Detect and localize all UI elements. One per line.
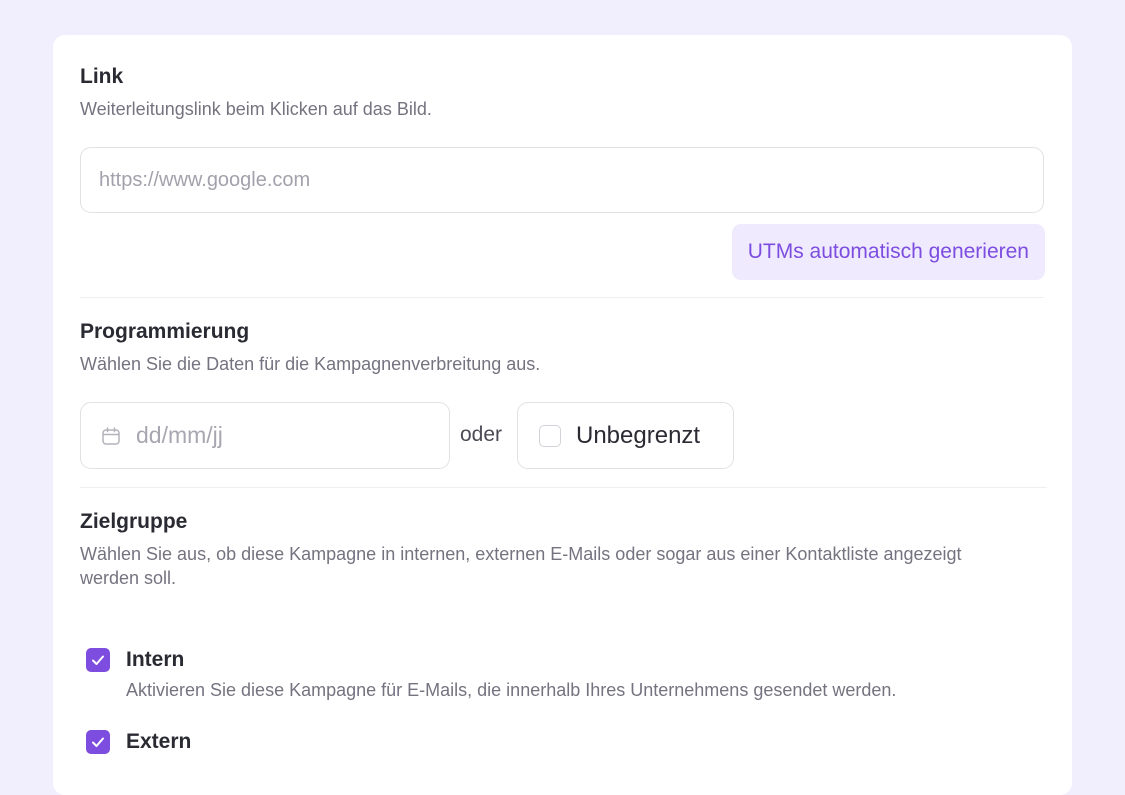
section-divider	[80, 487, 1047, 488]
intern-checkbox[interactable]	[86, 648, 110, 672]
section-divider	[80, 297, 1044, 298]
link-url-input[interactable]	[80, 147, 1044, 213]
extern-checkbox[interactable]	[86, 730, 110, 754]
audience-section-title: Zielgruppe	[80, 510, 188, 533]
checkmark-icon	[92, 737, 104, 747]
start-date-picker[interactable]: dd/mm/jj	[80, 402, 450, 469]
schedule-section-title: Programmierung	[80, 320, 250, 343]
audience-description-line-1: Wählen Sie aus, ob diese Kampagne in int…	[80, 544, 962, 564]
or-label: oder	[460, 423, 503, 446]
intern-label: Intern	[126, 648, 185, 671]
calendar-icon	[102, 426, 120, 445]
unlimited-label: Unbegrenzt	[576, 421, 701, 449]
checkmark-icon	[92, 655, 104, 665]
audience-option-extern: Extern	[86, 730, 191, 754]
audience-option-intern: Intern	[86, 648, 184, 672]
extern-label: Extern	[126, 730, 192, 753]
schedule-section-description: Wählen Sie die Daten für die Kampagnenve…	[80, 354, 541, 374]
intern-description: Aktivieren Sie diese Kampagne für E-Mail…	[126, 680, 897, 700]
date-placeholder: dd/mm/jj	[136, 422, 223, 448]
audience-description-line-2: werden soll.	[80, 568, 177, 588]
link-section-title: Link	[80, 65, 124, 88]
link-section-description: Weiterleitungslink beim Klicken auf das …	[80, 99, 432, 119]
unlimited-toggle[interactable]: Unbegrenzt	[517, 402, 734, 469]
unlimited-checkbox[interactable]	[539, 424, 561, 447]
audience-section-description: Wählen Sie aus, ob diese Kampagne in int…	[80, 542, 962, 590]
generate-utms-button[interactable]: UTMs automatisch generieren	[731, 224, 1045, 280]
settings-card: Link Weiterleitungslink beim Klicken auf…	[53, 35, 1072, 795]
